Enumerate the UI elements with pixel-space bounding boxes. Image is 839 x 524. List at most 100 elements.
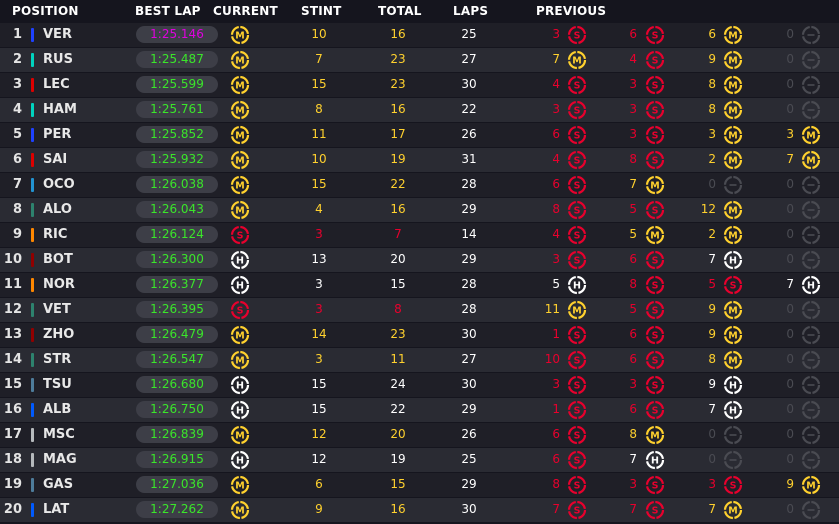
position-number: 16 (3, 402, 22, 417)
medium-tyre-icon: M (723, 25, 743, 45)
table-row[interactable]: 12 VET 1:26.395 S 3 8 28 11 M 5 S 9 M 0 (0, 298, 839, 322)
svg-text:S: S (652, 131, 659, 142)
hard-tyre-icon: H (723, 400, 743, 420)
previous-stint-laps: 6 (552, 127, 560, 141)
medium-tyre-icon: M (230, 475, 250, 495)
table-row[interactable]: 17 MSC 1:26.839 M 12 20 26 6 S 8 M 0 0 (0, 423, 839, 447)
soft-tyre-icon: S (645, 375, 665, 395)
laps-count: 30 (461, 77, 477, 91)
laps-count: 31 (461, 152, 477, 166)
previous-stint-laps: 7 (629, 177, 637, 191)
svg-text:M: M (235, 506, 244, 517)
svg-text:S: S (574, 81, 581, 92)
table-row[interactable]: 15 TSU 1:26.680 H 15 24 30 3 S 3 S 9 H 0 (0, 373, 839, 397)
svg-text:M: M (235, 156, 244, 167)
total-laps: 16 (390, 102, 406, 116)
previous-stint-laps: 6 (629, 402, 637, 416)
table-row[interactable]: 14 STR 1:26.547 M 3 11 27 10 S 6 S 8 M 0 (0, 348, 839, 372)
previous-stint-laps: 4 (552, 152, 560, 166)
driver-code: BOT (43, 252, 73, 267)
table-row[interactable]: 4 HAM 1:25.761 M 8 16 22 3 S 3 S 8 M 0 (0, 98, 839, 122)
table-row[interactable]: 2 RUS 1:25.487 M 7 23 27 7 M 4 S 9 M 0 (0, 48, 839, 72)
team-color-bar (31, 428, 34, 442)
best-lap-pill: 1:26.839 (136, 426, 218, 443)
svg-text:S: S (237, 306, 244, 317)
best-lap-pill: 1:26.479 (136, 326, 218, 343)
hard-tyre-icon: H (645, 450, 665, 470)
previous-stint-laps: 0 (786, 302, 794, 316)
previous-stint-laps: 2 (708, 152, 716, 166)
table-row[interactable]: 3 LEC 1:25.599 M 15 23 30 4 S 3 S 8 M 0 (0, 73, 839, 97)
medium-tyre-icon: M (230, 500, 250, 520)
soft-tyre-icon: S (567, 125, 587, 145)
position-number: 9 (12, 227, 22, 242)
header-previous: PREVIOUS (536, 4, 607, 18)
driver-code: STR (43, 352, 72, 367)
unused-tyre-icon (801, 250, 821, 270)
table-row[interactable]: 11 NOR 1:26.377 H 3 15 28 5 H 8 S 5 S 7 H (0, 273, 839, 297)
table-row[interactable]: 8 ALO 1:26.043 M 4 16 29 8 S 5 S 12 M 0 (0, 198, 839, 222)
position-number: 19 (3, 477, 22, 492)
table-row[interactable]: 18 MAG 1:26.915 H 12 19 25 6 S 7 H 0 0 (0, 448, 839, 472)
best-lap-pill: 1:26.750 (136, 401, 218, 418)
team-color-bar (31, 53, 34, 67)
previous-stint-laps: 9 (708, 327, 716, 341)
driver-code: RIC (43, 227, 68, 242)
medium-tyre-icon: M (723, 75, 743, 95)
svg-text:M: M (572, 306, 581, 317)
medium-tyre-icon: M (230, 175, 250, 195)
driver-code: GAS (43, 477, 74, 492)
svg-text:M: M (728, 56, 737, 67)
position-number: 13 (3, 327, 22, 342)
svg-text:S: S (574, 231, 581, 242)
total-laps: 23 (390, 77, 406, 91)
team-color-bar (31, 178, 34, 192)
total-laps: 16 (390, 502, 406, 516)
soft-tyre-icon: S (230, 225, 250, 245)
svg-text:S: S (574, 506, 581, 517)
svg-text:M: M (728, 306, 737, 317)
stint-laps: 15 (311, 377, 327, 391)
svg-text:H: H (236, 256, 244, 267)
previous-stint-laps: 3 (629, 477, 637, 491)
previous-stint-laps: 9 (708, 377, 716, 391)
previous-stint-laps: 11 (544, 302, 560, 316)
unused-tyre-icon (801, 500, 821, 520)
best-lap-pill: 1:25.599 (136, 76, 218, 93)
total-laps: 24 (390, 377, 406, 391)
previous-stint-laps: 0 (786, 202, 794, 216)
svg-text:S: S (652, 381, 659, 392)
table-row[interactable]: 10 BOT 1:26.300 H 13 20 29 3 S 6 S 7 H 0 (0, 248, 839, 272)
table-row[interactable]: 19 GAS 1:27.036 M 6 15 29 8 S 3 S 3 S 9 M (0, 473, 839, 497)
table-row[interactable]: 20 LAT 1:27.262 M 9 16 30 7 S 7 S 7 M 0 (0, 498, 839, 522)
laps-count: 29 (461, 252, 477, 266)
table-row[interactable]: 16 ALB 1:26.750 H 15 22 29 1 S 6 S 7 H 0 (0, 398, 839, 422)
unused-tyre-icon (801, 325, 821, 345)
medium-tyre-icon: M (723, 200, 743, 220)
table-row[interactable]: 6 SAI 1:25.932 M 10 19 31 4 S 8 S 2 M 7 M (0, 148, 839, 172)
previous-stint-laps: 0 (786, 77, 794, 91)
medium-tyre-icon: M (645, 425, 665, 445)
driver-code: HAM (43, 102, 77, 117)
svg-text:S: S (652, 331, 659, 342)
total-laps: 22 (390, 402, 406, 416)
medium-tyre-icon: M (723, 350, 743, 370)
table-row[interactable]: 13 ZHO 1:26.479 M 14 23 30 1 S 6 S 9 M 0 (0, 323, 839, 347)
best-lap-pill: 1:27.262 (136, 501, 218, 518)
previous-stint-laps: 6 (552, 452, 560, 466)
previous-stint-laps: 6 (629, 352, 637, 366)
laps-count: 22 (461, 102, 477, 116)
unused-tyre-icon (801, 25, 821, 45)
table-row[interactable]: 1 VER 1:25.146 M 10 16 25 3 S 6 S 6 M 0 (0, 23, 839, 47)
total-laps: 22 (390, 177, 406, 191)
table-row[interactable]: 5 PER 1:25.852 M 11 17 26 6 S 3 S 3 M 3 M (0, 123, 839, 147)
stint-laps: 15 (311, 177, 327, 191)
table-row[interactable]: 9 RIC 1:26.124 S 3 7 14 4 S 5 M 2 M 0 (0, 223, 839, 247)
laps-count: 29 (461, 477, 477, 491)
medium-tyre-icon: M (567, 50, 587, 70)
svg-text:S: S (652, 281, 659, 292)
table-row[interactable]: 7 OCO 1:26.038 M 15 22 28 6 S 7 M 0 0 (0, 173, 839, 197)
svg-text:S: S (652, 481, 659, 492)
svg-text:S: S (574, 406, 581, 417)
position-number: 17 (3, 427, 22, 442)
